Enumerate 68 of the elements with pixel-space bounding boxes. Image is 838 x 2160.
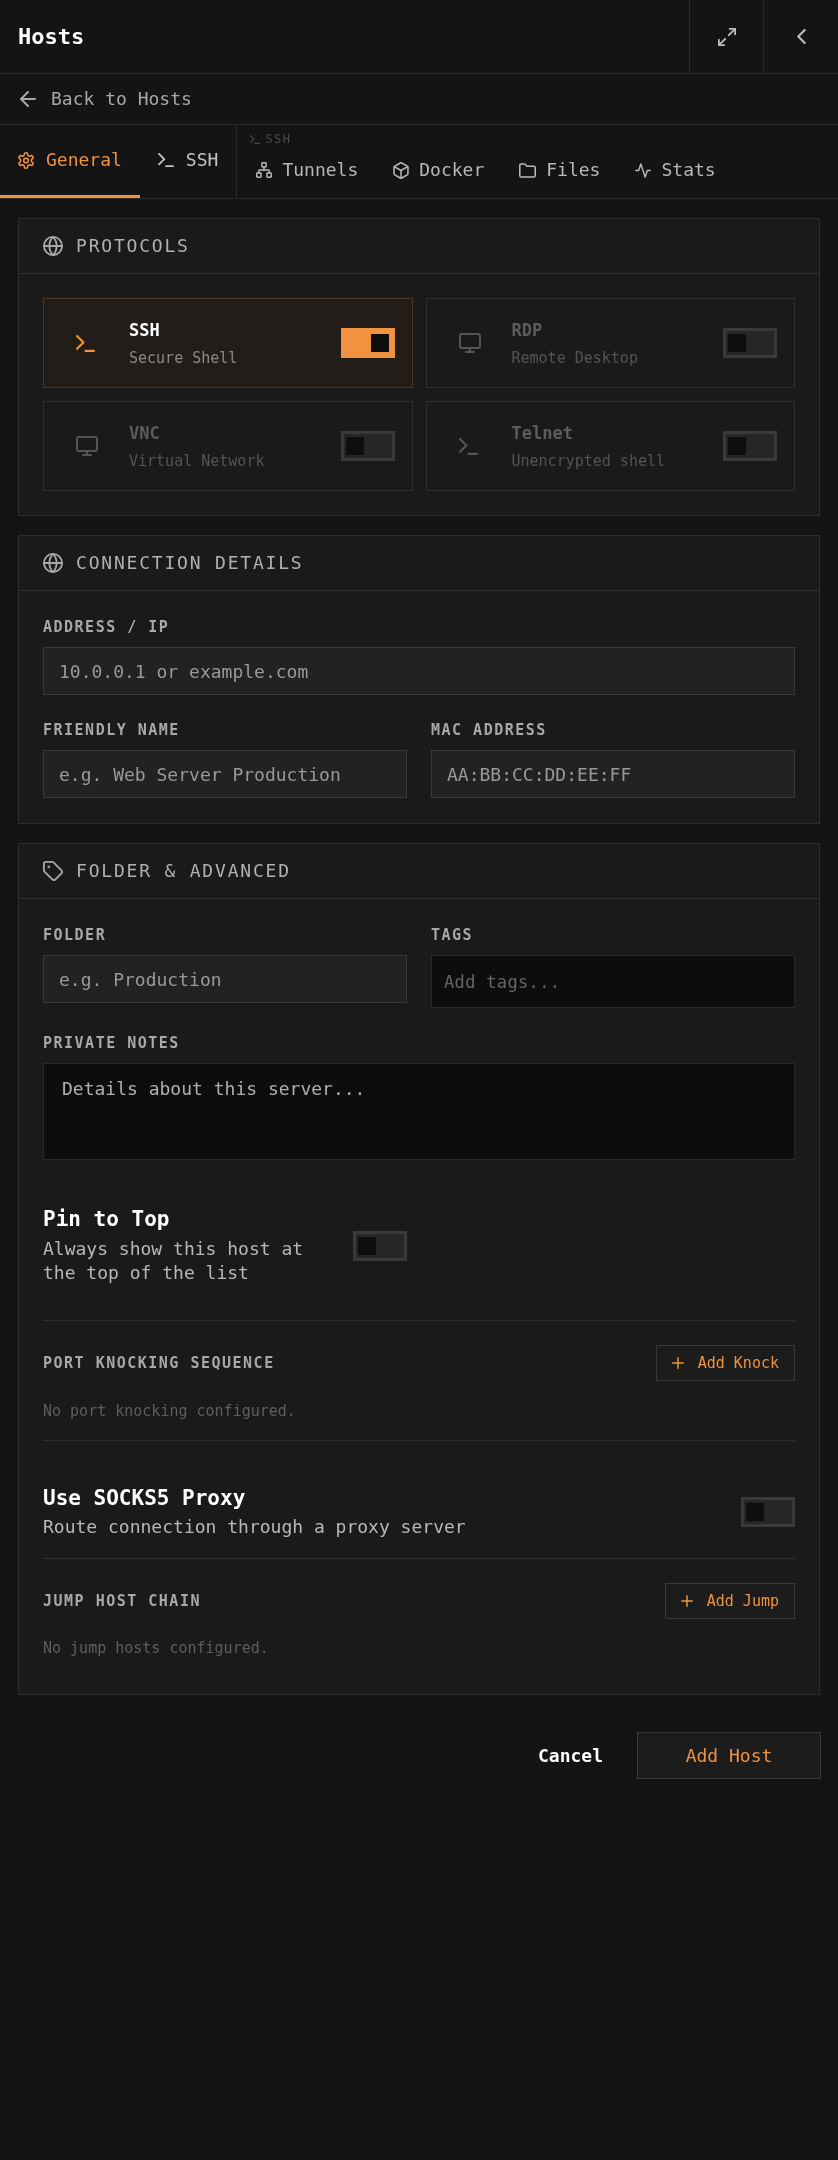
add-host-button[interactable]: Add Host <box>637 1732 821 1779</box>
add-jump-button[interactable]: Add Jump <box>664 1583 795 1619</box>
field-label: FRIENDLY NAME <box>43 721 181 739</box>
globe-icon <box>43 236 63 256</box>
input-field[interactable]: 10.0.0.1 or example.com <box>43 647 795 695</box>
field-label: MAC ADDRESS <box>431 721 548 739</box>
plus-icon <box>680 1595 693 1607</box>
empty-state-text: No port knocking configured. <box>43 1401 297 1421</box>
cancel-button[interactable]: Cancel <box>521 1732 619 1779</box>
chevron-left-icon <box>796 29 806 44</box>
folder-icon <box>519 162 537 178</box>
protocol-description: Unencrypted shell <box>511 450 667 471</box>
protocol-name: SSH <box>129 318 161 341</box>
toggle-switch[interactable] <box>723 431 777 461</box>
setting-title: Use SOCKS5 Proxy <box>43 1485 247 1511</box>
pulse-icon <box>635 162 652 178</box>
empty-state-text: No jump hosts configured. <box>43 1638 270 1658</box>
gear-icon <box>18 151 34 169</box>
globe-icon <box>43 553 63 573</box>
plus-icon <box>671 1357 684 1369</box>
cube-icon <box>393 161 410 179</box>
protocol-description: Secure Shell <box>129 347 239 368</box>
tab[interactable]: Files <box>519 145 601 198</box>
notes-textarea[interactable]: Details about this server... <box>43 1063 795 1160</box>
tab[interactable]: Docker <box>393 145 485 198</box>
section-label: PORT KNOCKING SEQUENCE <box>43 1354 275 1372</box>
section-title: CONNECTION DETAILS <box>76 554 304 572</box>
page-title: Hosts <box>18 25 85 48</box>
protocol-name: VNC <box>129 421 161 444</box>
terminal-icon <box>458 437 478 455</box>
section-label: JUMP HOST CHAIN <box>43 1592 201 1610</box>
protocol-description: Virtual Network <box>129 450 266 471</box>
monitor-icon <box>458 333 481 353</box>
field-label: PRIVATE NOTES <box>43 1034 181 1052</box>
protocol-card[interactable]: SSH Secure Shell <box>43 298 413 388</box>
section-title: PROTOCOLS <box>76 237 190 255</box>
toggle-switch[interactable] <box>353 1230 407 1261</box>
field-label: TAGS <box>431 926 475 944</box>
input-field[interactable]: e.g. Production <box>43 955 407 1003</box>
toggle-switch[interactable] <box>340 328 395 358</box>
tab[interactable]: General <box>0 125 140 198</box>
field-label: ADDRESS / IP <box>43 618 171 636</box>
protocol-name: Telnet <box>511 421 574 444</box>
setting-description: Always show this host at the top of the list <box>43 1237 305 1285</box>
tab[interactable]: SSH <box>139 125 237 198</box>
setting-description: Route connection through a proxy server <box>43 1515 466 1539</box>
terminal-icon <box>250 135 261 144</box>
terminal-icon <box>76 334 95 352</box>
setting-title: Pin to Top <box>43 1206 171 1232</box>
tag-icon <box>43 861 63 881</box>
protocol-description: Remote Desktop <box>511 347 639 368</box>
toggle-switch[interactable] <box>723 328 777 358</box>
monitor-icon <box>76 436 98 456</box>
toggle-switch[interactable] <box>340 431 395 461</box>
network-icon <box>256 162 273 178</box>
add-knock-button[interactable]: Add Knock <box>655 1345 795 1381</box>
toggle-switch[interactable] <box>741 1497 795 1527</box>
protocol-name: RDP <box>511 318 544 341</box>
section-title: FOLDER & ADVANCED <box>76 862 291 880</box>
input-field[interactable]: AA:BB:CC:DD:EE:FF <box>431 750 795 798</box>
expand-icon <box>717 27 736 46</box>
tab[interactable]: Stats <box>635 145 716 198</box>
back-link[interactable]: Back to Hosts <box>20 90 192 108</box>
tab[interactable]: Tunnels <box>256 145 359 198</box>
input-field[interactable]: e.g. Web Server Production <box>43 750 407 798</box>
terminal-icon <box>157 153 174 167</box>
tags-input-field[interactable]: Add tags... <box>431 955 795 1008</box>
field-label: FOLDER <box>43 926 108 944</box>
